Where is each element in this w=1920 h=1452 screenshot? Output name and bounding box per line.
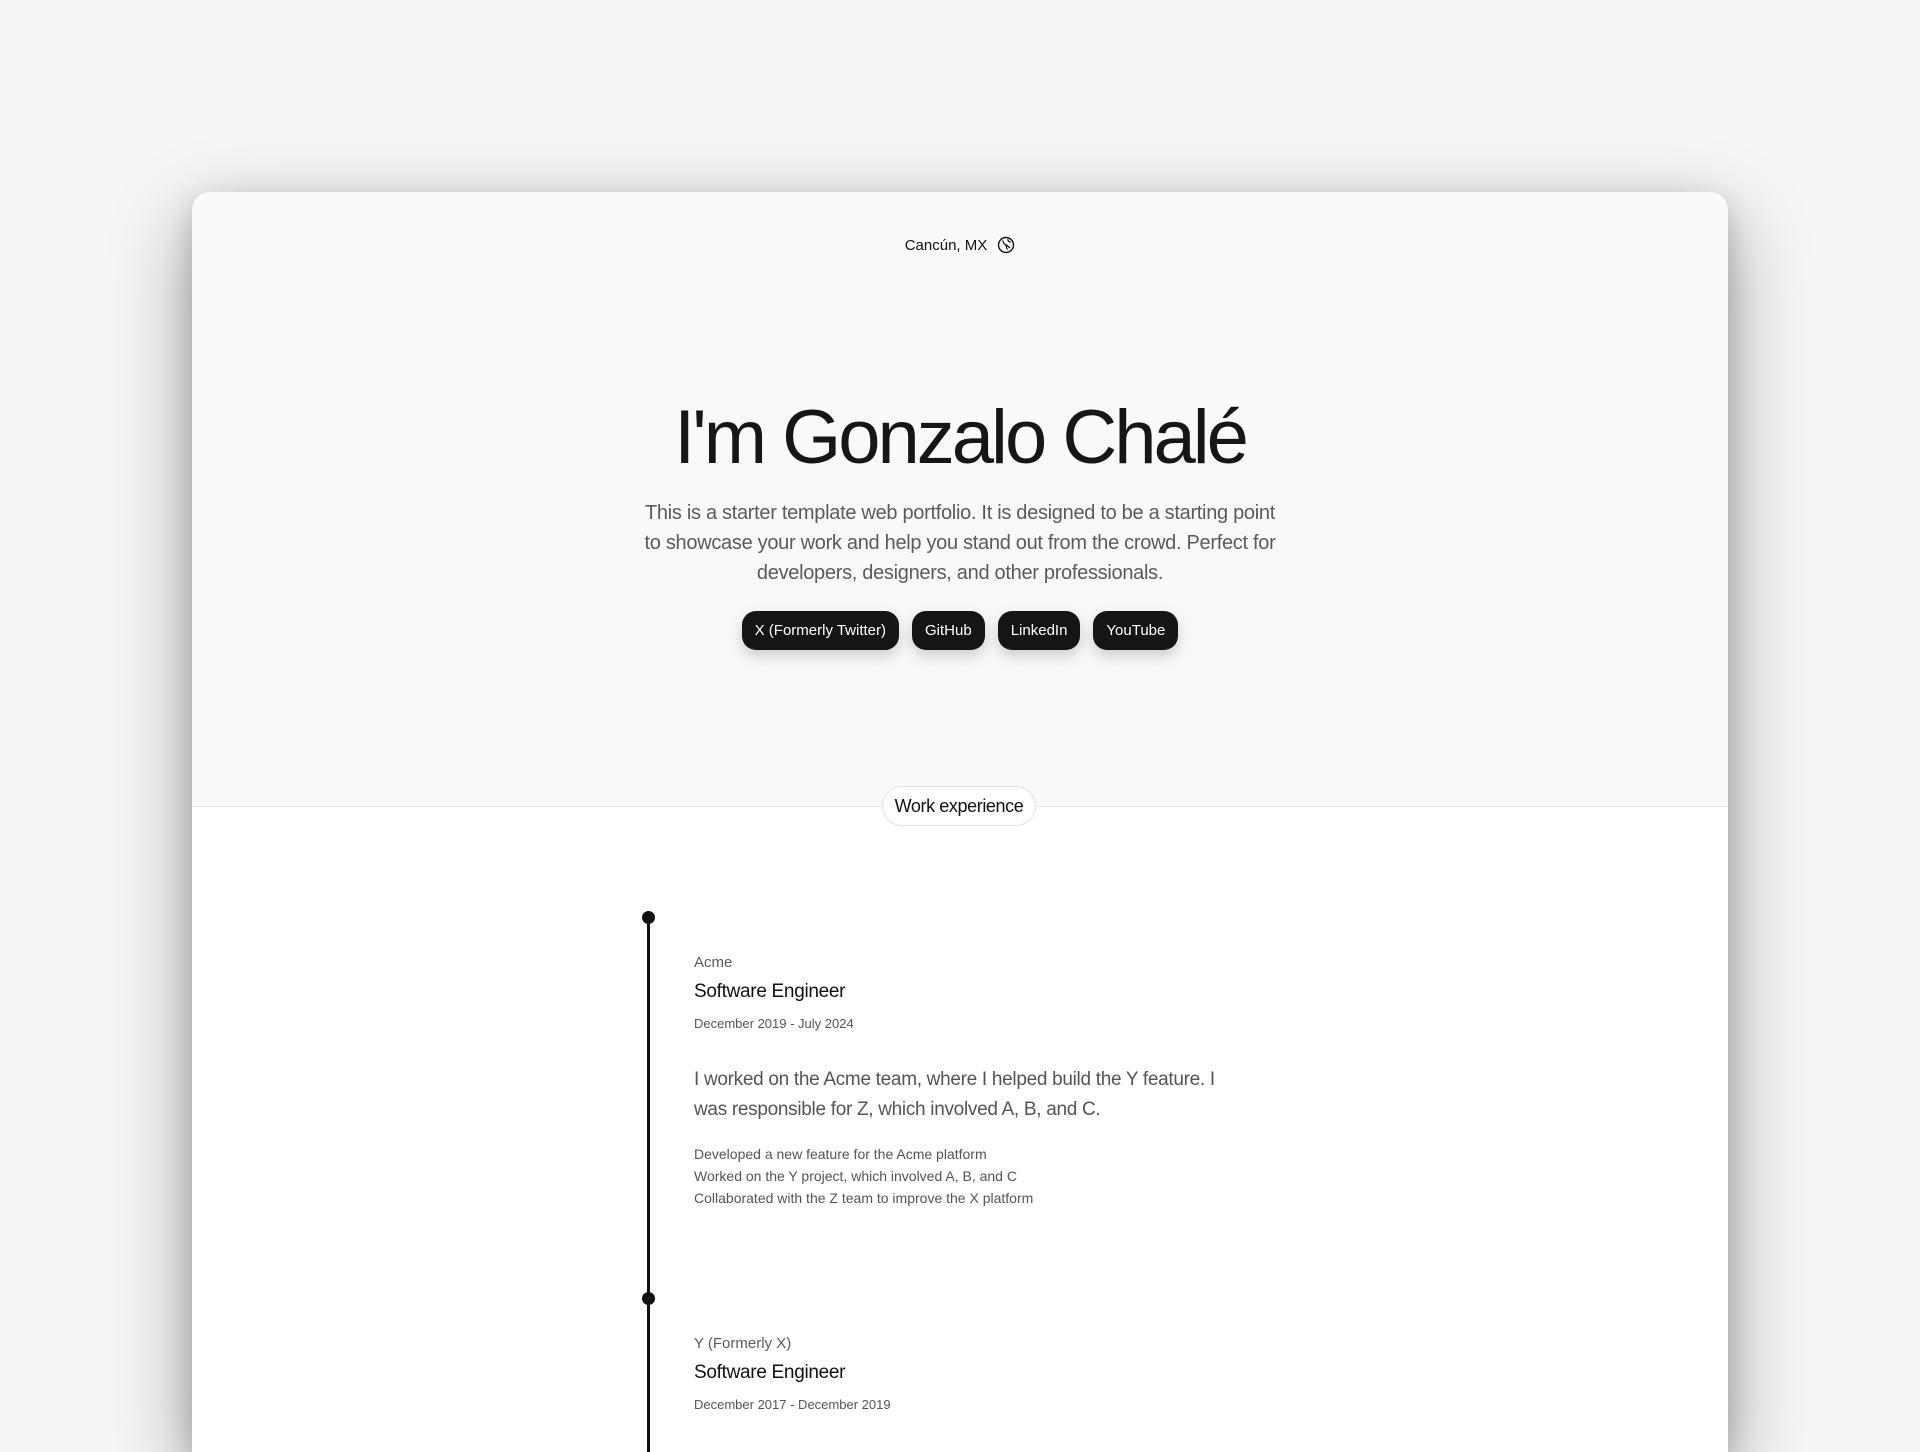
job-summary: I worked on the Acme team, where I helpe…	[694, 1069, 1215, 1120]
github-link-button[interactable]: GitHub	[912, 611, 985, 650]
job-entry: Y (Formerly X) Software Engineer Decembe…	[694, 1335, 1254, 1412]
browser-frame: Cancún, MX I'm Gonzalo Chalé This is a s…	[192, 192, 1728, 1452]
location: Cancún, MX	[192, 236, 1728, 254]
job-role: Software Engineer	[694, 981, 846, 1002]
job-company: Acme	[694, 954, 733, 971]
social-links: X (Formerly Twitter) GitHub LinkedIn You…	[192, 611, 1728, 650]
section-label-work-experience: Work experience	[882, 786, 1036, 826]
work-experience-section: Acme Software Engineer December 2019 - J…	[192, 807, 1728, 1452]
timeline-line	[647, 917, 650, 1452]
timeline-dot	[642, 1292, 655, 1305]
hero-section: Cancún, MX I'm Gonzalo Chalé This is a s…	[192, 192, 1728, 807]
job-highlights: Developed a new feature for the Acme pla…	[694, 1143, 1254, 1209]
job-company: Y (Formerly X)	[694, 1335, 792, 1352]
job-entry: Acme Software Engineer December 2019 - J…	[694, 954, 1254, 1209]
globe-icon	[997, 236, 1015, 254]
hero-description: This is a starter template web portfolio…	[644, 502, 1276, 584]
location-label: Cancún, MX	[904, 236, 988, 254]
job-highlight-item: Worked on the Y project, which involved …	[694, 1168, 1017, 1184]
youtube-link-button[interactable]: YouTube	[1093, 611, 1179, 650]
page-title: I'm Gonzalo Chalé	[674, 395, 1249, 480]
job-highlight-item: Collaborated with the Z team to improve …	[694, 1190, 1034, 1206]
twitter-link-button[interactable]: X (Formerly Twitter)	[741, 611, 900, 650]
job-dates: December 2019 - July 2024	[694, 1016, 854, 1031]
job-dates: December 2017 - December 2019	[694, 1397, 891, 1412]
job-highlight-item: Developed a new feature for the Acme pla…	[694, 1146, 987, 1162]
timeline-dot	[642, 911, 655, 924]
linkedin-link-button[interactable]: LinkedIn	[997, 611, 1081, 650]
job-role: Software Engineer	[694, 1362, 846, 1383]
